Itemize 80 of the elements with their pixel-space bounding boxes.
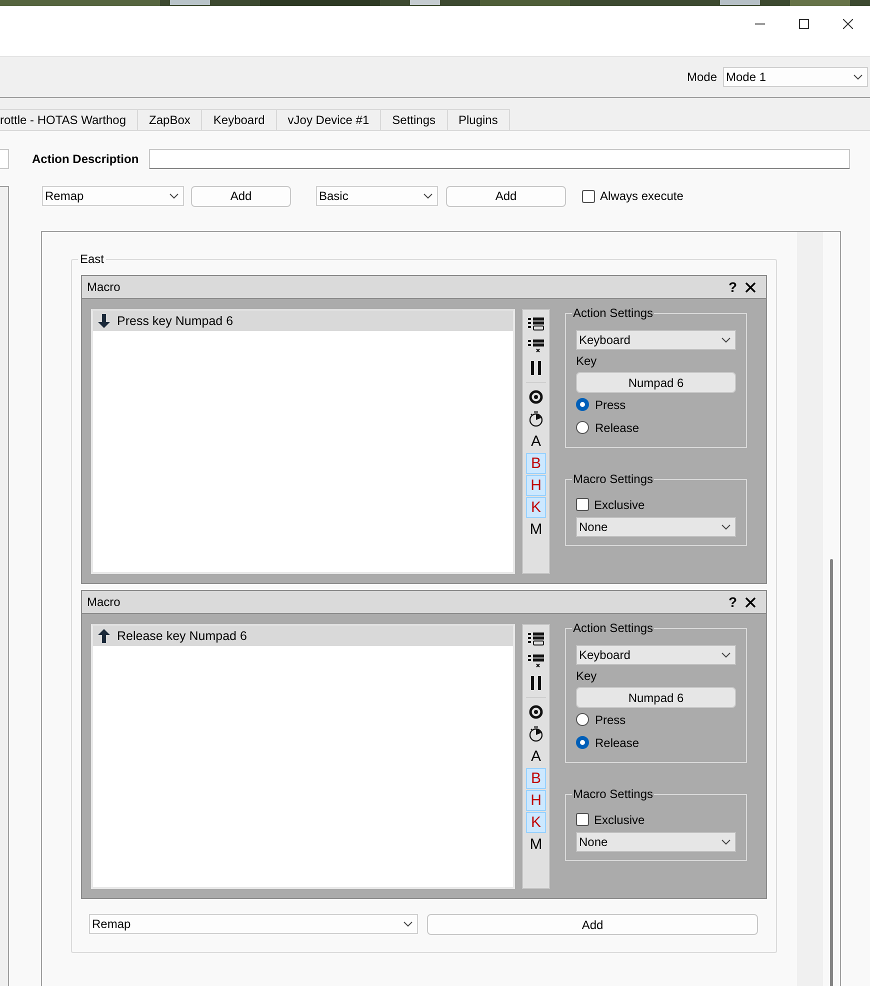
toggle-button[interactable]: H: [526, 790, 546, 810]
field-label: Action Description: [32, 152, 139, 166]
chevron-icon: [721, 524, 731, 530]
close-icon[interactable]: [843, 19, 853, 29]
maximize-icon[interactable]: [799, 19, 809, 29]
toggle-button[interactable]: A: [526, 746, 546, 766]
list-item[interactable]: Press key Numpad 6: [93, 311, 513, 331]
list-remove-icon[interactable]: [528, 654, 544, 668]
arrow-down-icon: [98, 314, 110, 328]
close-icon[interactable]: [745, 596, 756, 608]
record-icon[interactable]: [529, 390, 543, 404]
key-button[interactable]: Numpad 6: [576, 687, 736, 708]
panel-title: Macro: [87, 280, 122, 294]
group-title: Macro Settings: [572, 473, 654, 486]
panel-title: Macro: [87, 595, 122, 609]
group-title: Action Settings: [572, 307, 654, 320]
radio-button[interactable]: [576, 398, 589, 411]
add-button[interactable]: Add: [446, 186, 566, 206]
radio-label: Press: [595, 712, 626, 726]
key-button[interactable]: Numpad 6: [576, 372, 736, 393]
close-icon[interactable]: [745, 282, 756, 292]
input-field[interactable]: [148, 149, 850, 169]
chevron-icon: [721, 839, 731, 845]
help-button[interactable]: ?: [728, 594, 737, 610]
group-title: Action Settings: [572, 622, 654, 635]
pause-icon[interactable]: [531, 361, 541, 375]
dropdown[interactable]: None: [576, 832, 736, 852]
radio-button[interactable]: [576, 421, 589, 434]
dropdown[interactable]: Remap: [42, 186, 184, 206]
record-icon[interactable]: [529, 705, 543, 719]
radio-label: Release: [595, 736, 640, 750]
dropdown[interactable]: Keyboard: [576, 645, 736, 665]
pause-icon[interactable]: [531, 676, 541, 690]
group-title: Macro Settings: [572, 788, 654, 801]
toggle-button[interactable]: K: [526, 496, 546, 518]
tab[interactable]: Plugins: [446, 109, 510, 130]
group-title: East: [78, 253, 106, 266]
dropdown[interactable]: None: [576, 517, 736, 537]
checkbox[interactable]: [576, 813, 589, 826]
add-button[interactable]: Add: [427, 914, 758, 935]
chevron-icon: [721, 652, 731, 658]
chevron-icon: [721, 337, 731, 343]
input-field[interactable]: [0, 149, 9, 169]
chevron-icon: [169, 193, 179, 199]
toggle-button[interactable]: A: [526, 430, 546, 452]
dropdown[interactable]: Mode 1: [723, 67, 868, 87]
add-button[interactable]: Add: [191, 186, 291, 206]
timer-icon[interactable]: [529, 726, 543, 742]
checkbox[interactable]: [582, 190, 595, 202]
checkbox-label: Always execute: [600, 189, 684, 203]
radio-button[interactable]: [576, 713, 589, 726]
help-button[interactable]: ?: [728, 279, 737, 295]
radio-button[interactable]: [576, 736, 589, 749]
chevron-icon: [403, 921, 413, 927]
mode-label: Mode: [686, 70, 717, 84]
arrow-up-icon: [98, 629, 110, 643]
dropdown[interactable]: Keyboard: [576, 330, 736, 350]
checkbox[interactable]: [576, 498, 589, 511]
toggle-button[interactable]: K: [526, 812, 546, 832]
toggle-button[interactable]: B: [526, 768, 546, 788]
toggle-button[interactable]: M: [526, 834, 546, 854]
chevron-icon: [423, 193, 433, 199]
field-label: Key: [576, 669, 598, 683]
checkbox-label: Exclusive: [594, 812, 645, 826]
scrollbar-thumb[interactable]: [830, 559, 833, 986]
toggle-button[interactable]: H: [526, 474, 546, 496]
dropdown[interactable]: Remap: [89, 914, 418, 934]
list-item[interactable]: Release key Numpad 6: [93, 626, 513, 646]
list-add-icon[interactable]: [528, 317, 544, 331]
checkbox-label: Exclusive: [594, 498, 645, 512]
list-add-icon[interactable]: [528, 632, 544, 646]
dropdown[interactable]: Basic: [316, 186, 438, 206]
chevron-icon: [853, 74, 863, 80]
list-remove-icon[interactable]: [528, 338, 544, 354]
field-label: Key: [576, 354, 598, 368]
radio-label: Press: [595, 398, 626, 412]
toggle-button[interactable]: B: [526, 452, 546, 474]
radio-label: Release: [595, 420, 640, 434]
toggle-button[interactable]: M: [526, 518, 546, 540]
timer-icon[interactable]: [529, 411, 543, 427]
